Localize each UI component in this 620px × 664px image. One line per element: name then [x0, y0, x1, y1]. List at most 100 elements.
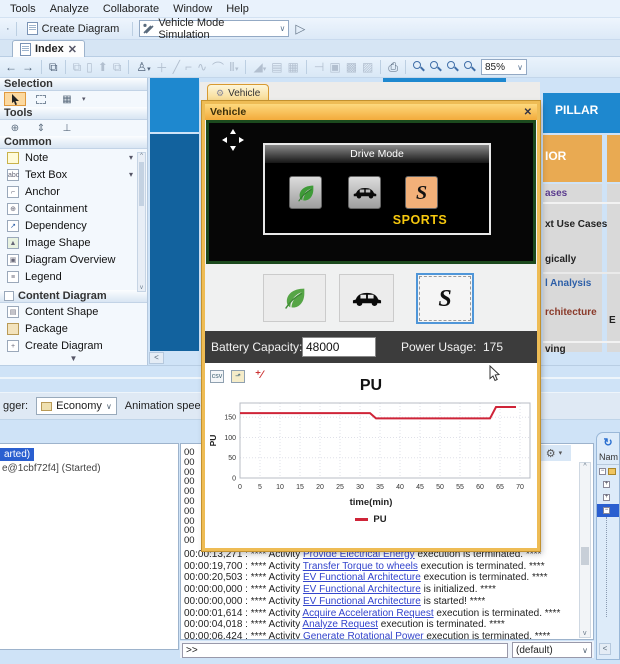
tree-row[interactable]: −	[597, 465, 619, 478]
vehicle-dialog-titlebar[interactable]: Vehicle ✕	[205, 104, 537, 120]
layout-icon[interactable]: ♙▾	[136, 60, 150, 74]
palette-item-note[interactable]: Note▾	[0, 149, 147, 166]
chevron-down-icon[interactable]: ▾	[129, 170, 133, 179]
normal-mode-button[interactable]	[339, 274, 394, 322]
bg-cell-label[interactable]: xt Use Cases	[545, 219, 607, 230]
palette-item-legend[interactable]: ≡Legend	[0, 268, 147, 285]
run-simulation-button[interactable]: ▷	[295, 21, 305, 37]
sports-mode-button[interactable]: S	[416, 273, 474, 324]
vertical-spacing-icon[interactable]: ⇕	[30, 121, 52, 135]
resize-icon[interactable]: ▩	[346, 60, 357, 74]
simulation-config-combo[interactable]: Vehicle Mode Simulation ∨	[139, 20, 289, 37]
tree-row[interactable]: +	[597, 491, 619, 504]
battery-capacity-input[interactable]	[302, 337, 376, 357]
bg-cell-label[interactable]: ving	[545, 344, 566, 355]
group-icon[interactable]: ▨	[362, 60, 373, 74]
multi-select-icon[interactable]: ▦	[56, 92, 78, 106]
palette-item-create-diagram[interactable]: +Create Diagram	[0, 337, 147, 354]
console-scrollbar[interactable]: ^v	[579, 462, 591, 638]
palette-item-package[interactable]: Package	[0, 320, 147, 337]
refresh-icon[interactable]: ↻	[597, 433, 619, 449]
validation-icon[interactable]: ⎙	[388, 60, 398, 75]
collapse-icon[interactable]: −	[603, 507, 610, 514]
close-icon[interactable]: ✕	[524, 107, 532, 118]
collapse-icon[interactable]: −	[599, 468, 606, 475]
zoom-level-combo[interactable]: 85% ∨	[481, 59, 527, 75]
anchor-tool-icon[interactable]: ⊥	[56, 121, 78, 135]
activity-link[interactable]: EV Functional Architecture	[303, 596, 421, 607]
zoom-selection-icon[interactable]	[464, 61, 476, 73]
activity-link[interactable]: Acquire Acceleration Request	[302, 608, 433, 619]
sticky-tool-icon[interactable]: ⊕	[4, 121, 26, 135]
back-icon[interactable]: ←	[5, 60, 17, 74]
close-tab-icon[interactable]: ✕	[68, 43, 77, 56]
tree-row[interactable]: +	[597, 478, 619, 491]
eco-mode-display-button[interactable]	[289, 176, 322, 209]
session-item-selected[interactable]: arted)	[0, 448, 34, 461]
menu-window[interactable]: Window	[173, 3, 212, 15]
palette-header-selection[interactable]: Selection	[0, 78, 147, 91]
console-options[interactable]: ⚙▾	[537, 445, 571, 461]
trigger-combo[interactable]: Economy ∨	[36, 397, 117, 415]
zoom-fit-icon[interactable]	[447, 61, 459, 73]
menu-analyze[interactable]: Analyze	[50, 3, 89, 15]
create-diagram-button[interactable]: Create Diagram	[23, 20, 127, 37]
containment-tree-icon[interactable]: ⧉	[49, 60, 58, 75]
toolbar-overflow-icon[interactable]: ·	[6, 23, 10, 35]
swimlane-icon[interactable]: Ⅱ▾	[229, 60, 238, 74]
forward-icon[interactable]: →	[22, 60, 34, 74]
bg-cell-label[interactable]: l Analysis	[545, 278, 591, 289]
scope-combo[interactable]: (default) ∨	[512, 642, 592, 658]
copy-icon[interactable]: ⧉	[73, 60, 82, 75]
activity-link[interactable]: Generate Rotational Power	[303, 631, 424, 640]
sports-mode-display-button[interactable]: S	[405, 176, 438, 209]
palette-item-containment[interactable]: ⊕Containment	[0, 200, 147, 217]
zoom-out-icon[interactable]	[430, 61, 442, 73]
palette-item-diagram-overview[interactable]: ▣Diagram Overview	[0, 251, 147, 268]
console-prompt-input[interactable]: >>	[182, 643, 508, 658]
activity-link[interactable]: Analyze Request	[302, 619, 378, 630]
activity-link[interactable]: Transfer Torque to wheels	[303, 561, 418, 572]
path-tool-icon[interactable]: ＋	[156, 59, 168, 76]
line-style-rect-icon[interactable]: ╱	[173, 60, 180, 74]
palette-scrollbar[interactable]: ^v	[137, 152, 146, 292]
expand-icon[interactable]: +	[603, 494, 610, 501]
normal-mode-display-button[interactable]	[348, 176, 381, 209]
bg-cell-label[interactable]: gically	[545, 254, 576, 265]
line-style-oblique-icon[interactable]: ⌐	[185, 60, 192, 74]
palette-header-tools[interactable]: Tools	[0, 107, 147, 120]
tree-row-selected[interactable]: −	[597, 504, 619, 517]
palette-header-common[interactable]: Common	[0, 136, 147, 149]
layers-icon[interactable]: ⧉	[113, 60, 122, 75]
vehicle-frame-tab[interactable]: ⚙ Vehicle	[207, 84, 269, 101]
menu-tools[interactable]: Tools	[10, 3, 36, 15]
palette-item-text-box[interactable]: abcText Box▾	[0, 166, 147, 183]
marquee-select-icon[interactable]	[30, 92, 52, 106]
session-item[interactable]: e@1cbf72f4] (Started)	[2, 463, 101, 474]
bg-cell-label[interactable]: ases	[545, 188, 567, 199]
palette-header-content-diagram[interactable]: Content Diagram	[0, 290, 147, 303]
palette-item-dependency[interactable]: ↗Dependency	[0, 217, 147, 234]
chevron-down-icon[interactable]: ▾	[82, 95, 86, 103]
distribute-icon[interactable]: ▣	[329, 60, 340, 74]
paste-icon[interactable]: ▯	[86, 60, 93, 74]
align-icon[interactable]: ⊣	[314, 60, 324, 74]
line-style-bezier-icon[interactable]: ∿	[197, 60, 207, 74]
selection-cursor-icon[interactable]	[4, 92, 26, 106]
hscroll-left-arrow[interactable]: <	[149, 352, 164, 364]
menu-help[interactable]: Help	[226, 3, 249, 15]
palette-item-image-shape[interactable]: ▲Image Shape	[0, 234, 147, 251]
chevron-down-icon[interactable]: ▾	[129, 153, 133, 162]
palette-item-content-shape[interactable]: ▤Content Shape	[0, 303, 147, 320]
palette-item-anchor[interactable]: ⌐Anchor	[0, 183, 147, 200]
import-icon[interactable]: ⬆	[98, 60, 108, 74]
compartments-icon[interactable]: ▤	[271, 60, 282, 74]
activity-link[interactable]: EV Functional Architecture	[303, 572, 421, 583]
menu-collaborate[interactable]: Collaborate	[103, 3, 159, 15]
palette-expand-icon[interactable]: ▼	[0, 354, 147, 363]
bg-cell-label[interactable]: rchitecture	[545, 307, 597, 318]
activity-link[interactable]: EV Functional Architecture	[303, 584, 421, 595]
hscroll-left-arrow[interactable]: <	[599, 643, 611, 655]
zoom-in-icon[interactable]	[413, 61, 425, 73]
show-elements-icon[interactable]: ◢▾	[253, 60, 266, 74]
